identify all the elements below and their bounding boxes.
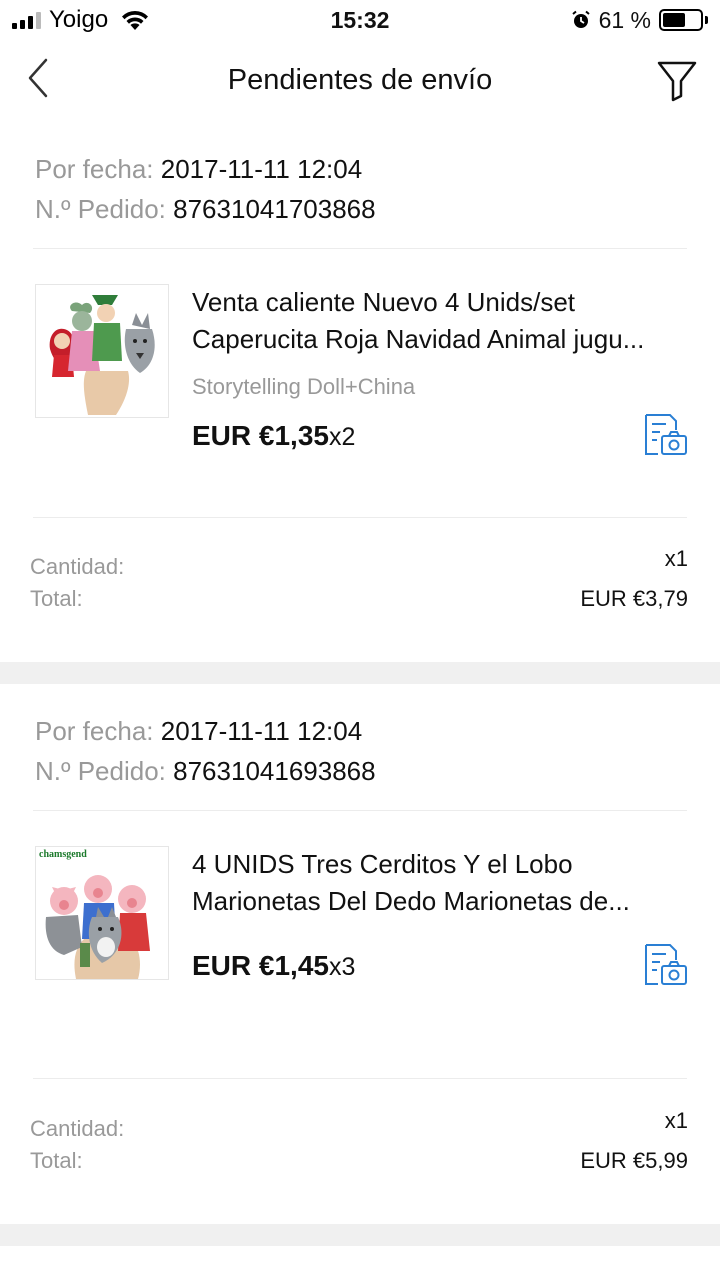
divider bbox=[33, 248, 687, 249]
product-qty: x3 bbox=[328, 953, 356, 981]
total-row: Total: EUR €3,79 bbox=[30, 584, 690, 614]
snapshot-button[interactable] bbox=[642, 942, 690, 988]
quantity-label: Cantidad: bbox=[30, 1116, 125, 1141]
divider bbox=[33, 810, 687, 811]
order-number: 87631041693868 bbox=[173, 756, 376, 786]
quantity-value: x1 bbox=[664, 546, 688, 571]
total-row: Total: EUR €5,99 bbox=[30, 1146, 690, 1176]
order-card: Por fecha: 2017-11-11 12:04 N.º Pedido: … bbox=[0, 684, 720, 1224]
quantity-row: Cantidad: x1 bbox=[30, 1108, 690, 1142]
quantity-value: x1 bbox=[664, 1108, 688, 1133]
product-price: EUR €1,45 bbox=[192, 950, 329, 981]
order-number-row: N.º Pedido: 87631041703868 bbox=[35, 192, 376, 226]
product-image[interactable]: chamsgend bbox=[35, 846, 169, 980]
product-price-row: EUR €1,45x3 bbox=[192, 948, 355, 985]
product-price: EUR €1,35 bbox=[192, 420, 329, 451]
pig-puppets-image bbox=[45, 875, 150, 979]
order-card: Por fecha: 2017-11-11 12:04 N.º Pedido: … bbox=[0, 124, 720, 662]
battery-percent: 61 % bbox=[598, 7, 651, 33]
order-date-label: Por fecha: bbox=[35, 154, 154, 184]
section-separator bbox=[0, 1224, 720, 1246]
order-date-row: Por fecha: 2017-11-11 12:04 bbox=[35, 714, 362, 748]
product-variant: Storytelling Doll+China bbox=[192, 374, 416, 399]
total-value: EUR €5,99 bbox=[580, 1148, 688, 1173]
snapshot-button[interactable] bbox=[642, 412, 690, 458]
quantity-label: Cantidad: bbox=[30, 554, 125, 579]
total-value: EUR €3,79 bbox=[580, 586, 688, 611]
product-title[interactable]: Venta caliente Nuevo 4 Unids/set Caperuc… bbox=[192, 284, 692, 358]
divider bbox=[33, 1078, 687, 1079]
filter-icon bbox=[657, 61, 697, 102]
nav-bar: Pendientes de envío bbox=[0, 40, 720, 124]
thumb-watermark: chamsgend bbox=[39, 849, 87, 860]
page-title: Pendientes de envío bbox=[227, 64, 493, 96]
finger-puppets-image bbox=[49, 295, 155, 415]
order-date-label: Por fecha: bbox=[35, 716, 154, 746]
battery-icon bbox=[659, 9, 703, 31]
quantity-row: Cantidad: x1 bbox=[30, 546, 690, 580]
order-date: 2017-11-11 12:04 bbox=[160, 716, 363, 746]
product-price-row: EUR €1,35x2 bbox=[192, 418, 355, 455]
product-qty: x2 bbox=[328, 423, 356, 451]
product-title[interactable]: 4 UNIDS Tres Cerditos Y el Lobo Marionet… bbox=[192, 846, 692, 920]
order-number-label: N.º Pedido: bbox=[35, 756, 166, 786]
order-number-row: N.º Pedido: 87631041693868 bbox=[35, 754, 376, 788]
filter-button[interactable] bbox=[656, 58, 698, 102]
total-label: Total: bbox=[30, 586, 83, 611]
order-date-row: Por fecha: 2017-11-11 12:04 bbox=[35, 152, 362, 186]
product-image[interactable] bbox=[35, 284, 169, 418]
order-number: 87631041703868 bbox=[173, 194, 376, 224]
alarm-icon bbox=[571, 10, 590, 28]
total-label: Total: bbox=[30, 1148, 83, 1173]
order-number-label: N.º Pedido: bbox=[35, 194, 166, 224]
status-bar: Yoigo 15:32 61 % bbox=[0, 0, 720, 40]
document-camera-icon bbox=[645, 944, 687, 985]
section-separator bbox=[0, 662, 720, 684]
divider bbox=[33, 517, 687, 518]
document-camera-icon bbox=[645, 414, 687, 455]
order-date: 2017-11-11 12:04 bbox=[160, 154, 363, 184]
